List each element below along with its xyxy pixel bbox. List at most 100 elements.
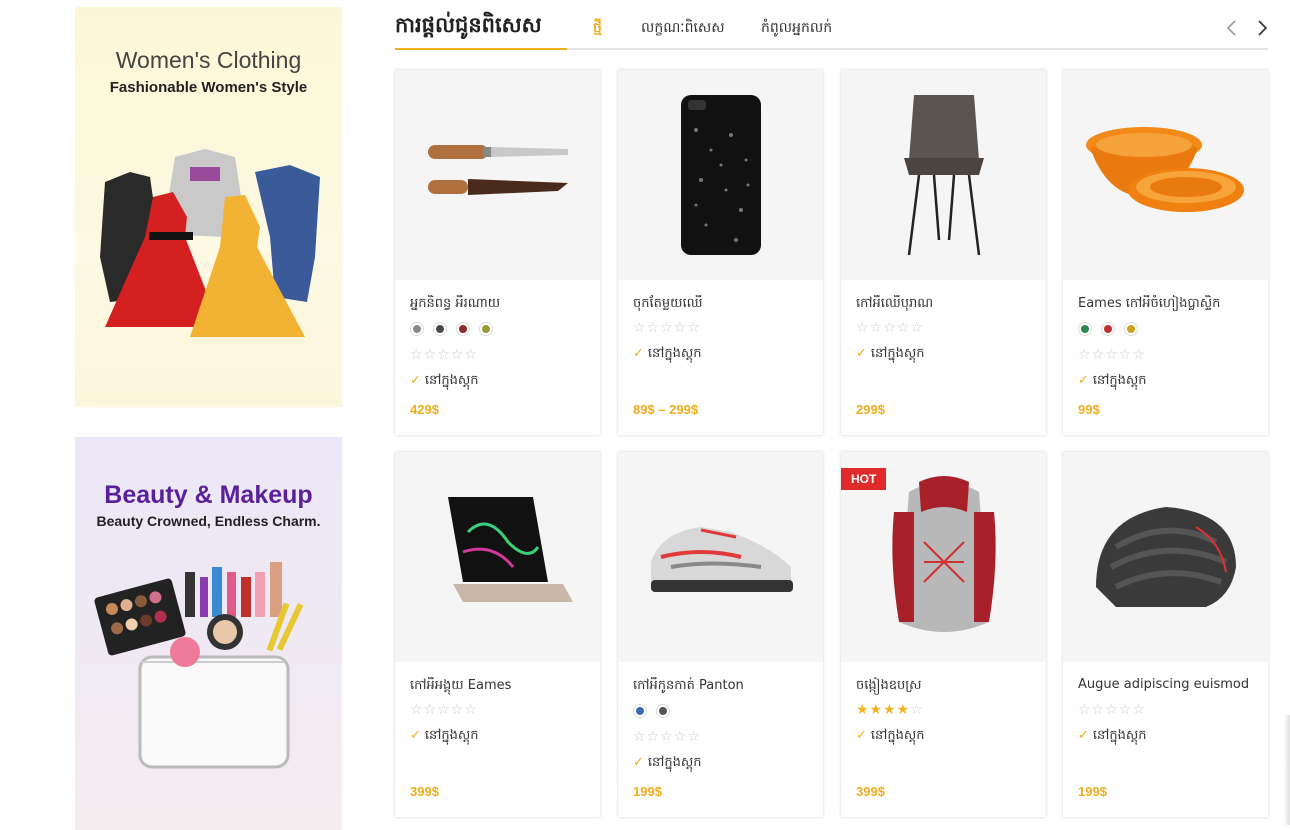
womens-clothing-banner[interactable]: Women's Clothing Fashionable Women's Sty…: [75, 7, 342, 407]
stock-label: នៅក្នុងស្តុក: [1092, 373, 1147, 388]
knife-image: [427, 145, 568, 195]
color-swatches: [410, 322, 493, 336]
special-offers-header: ការផ្តល់ជូនពិសេស ថ្មី លក្ខណៈពិសេស កំពូលអ…: [395, 6, 1268, 50]
hot-badge: HOT: [841, 468, 887, 490]
color-swatches: [1078, 322, 1138, 336]
swatch-dot: [436, 325, 444, 333]
section-title: ការផ្តល់ជូនពិសេស: [395, 13, 542, 37]
chevron-right-icon: [1258, 20, 1268, 36]
product-name[interactable]: អ្នកនិពន្ធ អីរណាយ: [410, 295, 590, 314]
swatch-dot: [1127, 325, 1135, 333]
check-icon: ✓: [633, 755, 644, 770]
chair-image: [903, 95, 984, 256]
product-name[interactable]: កៅអីឈើបុរាណ: [856, 295, 1036, 314]
tab-best-sellers[interactable]: កំពូលអ្នកលក់: [761, 18, 832, 39]
backpack-image: [891, 476, 996, 632]
stock-label: នៅក្នុងស្តុក: [647, 755, 702, 770]
color-swatch[interactable]: [1101, 322, 1115, 336]
product-name[interactable]: កៅអីកូនកាត់ Panton: [633, 677, 813, 696]
check-icon: ✓: [856, 728, 867, 743]
color-swatch[interactable]: [479, 322, 493, 336]
check-icon: ✓: [410, 728, 421, 743]
check-icon: ✓: [410, 373, 421, 388]
laptop-image: [447, 497, 573, 602]
sneaker-image: [650, 527, 793, 592]
star-rating: ☆☆☆☆☆: [633, 320, 701, 336]
swatch-dot: [659, 707, 667, 715]
color-swatch[interactable]: [633, 704, 647, 718]
star-rating: ☆☆☆☆☆: [410, 347, 478, 363]
star-rating: ☆☆☆☆☆: [856, 320, 924, 336]
color-swatch[interactable]: [1078, 322, 1092, 336]
product-card[interactable]: HOT ចង្កៀងឧបស្រ ★★★★☆ ✓ នៅក្នុងស្តុក 399$: [841, 452, 1046, 817]
product-card[interactable]: Eames កៅអីចំហៀងប្លាស្ទិក ☆☆☆☆☆ ✓ នៅក្នុងស…: [1063, 70, 1268, 435]
product-price: 89$ – 299$: [633, 402, 699, 417]
product-price: 99$: [1078, 402, 1100, 417]
check-icon: ✓: [633, 346, 644, 361]
product-image[interactable]: [395, 452, 600, 662]
banner-subtitle: Fashionable Women's Style: [109, 79, 308, 96]
product-card[interactable]: ចុកតែម្លយឈើ ☆☆☆☆☆ ✓ នៅក្នុងស្តុក 89$ – 29…: [618, 70, 823, 435]
product-name[interactable]: ចុកតែម្លយឈើ: [633, 295, 813, 314]
color-swatch[interactable]: [410, 322, 424, 336]
product-card[interactable]: អ្នកនិពន្ធ អីរណាយ ☆☆☆☆☆ ✓ នៅក្នុងស្តុក 42…: [395, 70, 600, 435]
stock-label: នៅក្នុងស្តុក: [647, 346, 702, 361]
product-price: 429$: [410, 402, 439, 417]
tab-featured[interactable]: លក្ខណៈពិសេស: [641, 18, 725, 39]
product-image[interactable]: [618, 70, 823, 280]
product-card[interactable]: កៅអីអង្គុយ Eames ☆☆☆☆☆ ✓ នៅក្នុងស្តុក 399…: [395, 452, 600, 817]
stock-label: នៅក្នុងស្តុក: [1092, 728, 1147, 743]
product-card[interactable]: កៅអីឈើបុរាណ ☆☆☆☆☆ ✓ នៅក្នុងស្តុក 299$: [841, 70, 1046, 435]
product-image[interactable]: [841, 70, 1046, 280]
product-card[interactable]: Augue adipiscing euismod ☆☆☆☆☆ ✓ នៅក្នុងស…: [1063, 452, 1268, 817]
star-rating: ☆☆☆☆☆: [1078, 347, 1146, 363]
product-image[interactable]: [395, 70, 600, 280]
stock-status: ✓ នៅក្នុងស្តុក: [410, 727, 479, 746]
star-rating: ★★★★☆: [856, 702, 924, 718]
product-name[interactable]: Augue adipiscing euismod: [1078, 677, 1258, 692]
star-rating: ☆☆☆☆☆: [410, 702, 478, 718]
chevron-left-icon: [1226, 20, 1236, 36]
stock-status: ✓ នៅក្នុងស្តុក: [856, 345, 925, 364]
bowls-image: [1085, 127, 1244, 212]
stock-status: ✓ នៅក្នុងស្តុក: [633, 345, 702, 364]
product-price: 299$: [856, 402, 885, 417]
tab-new[interactable]: ថ្មី: [593, 18, 602, 39]
swatch-dot: [413, 325, 421, 333]
color-swatch[interactable]: [433, 322, 447, 336]
banner-title: Beauty & Makeup: [104, 481, 313, 509]
check-icon: ✓: [1078, 373, 1089, 388]
next-button[interactable]: [1253, 18, 1271, 38]
swatch-dot: [459, 325, 467, 333]
swatch-dot: [1081, 325, 1089, 333]
stock-label: នៅក្នុងស្តុក: [870, 346, 925, 361]
beauty-makeup-banner[interactable]: Beauty & Makeup Beauty Crowned, Endless …: [75, 437, 342, 830]
product-name[interactable]: ចង្កៀងឧបស្រ: [856, 677, 1036, 696]
product-name[interactable]: Eames កៅអីចំហៀងប្លាស្ទិក: [1078, 295, 1258, 314]
star-rating: ☆☆☆☆☆: [633, 729, 701, 745]
stock-status: ✓ នៅក្នុងស្តុក: [856, 727, 925, 746]
product-name[interactable]: កៅអីអង្គុយ Eames: [410, 677, 590, 696]
product-image[interactable]: [618, 452, 823, 662]
product-card[interactable]: កៅអីកូនកាត់ Panton ☆☆☆☆☆ ✓ នៅក្នុងស្តុក 1…: [618, 452, 823, 817]
product-image[interactable]: [1063, 70, 1268, 280]
section-title-underline: [395, 48, 567, 50]
star-rating: ☆☆☆☆☆: [1078, 702, 1146, 718]
color-swatches: [633, 704, 670, 718]
prev-button[interactable]: [1223, 18, 1241, 38]
stock-label: នៅក្នុងស្តុក: [424, 373, 479, 388]
stock-status: ✓ នៅក្នុងស្តុក: [410, 372, 479, 391]
product-price: 199$: [633, 784, 662, 799]
swatch-dot: [482, 325, 490, 333]
product-price: 399$: [856, 784, 885, 799]
color-swatch[interactable]: [1124, 322, 1138, 336]
product-image[interactable]: [1063, 452, 1268, 662]
swatch-dot: [636, 707, 644, 715]
phone-case-image: [680, 95, 761, 255]
stock-label: នៅក្នុងស្តុក: [424, 728, 479, 743]
product-price: 399$: [410, 784, 439, 799]
scroll-edge: [1284, 715, 1290, 825]
product-price: 199$: [1078, 784, 1107, 799]
color-swatch[interactable]: [656, 704, 670, 718]
color-swatch[interactable]: [456, 322, 470, 336]
